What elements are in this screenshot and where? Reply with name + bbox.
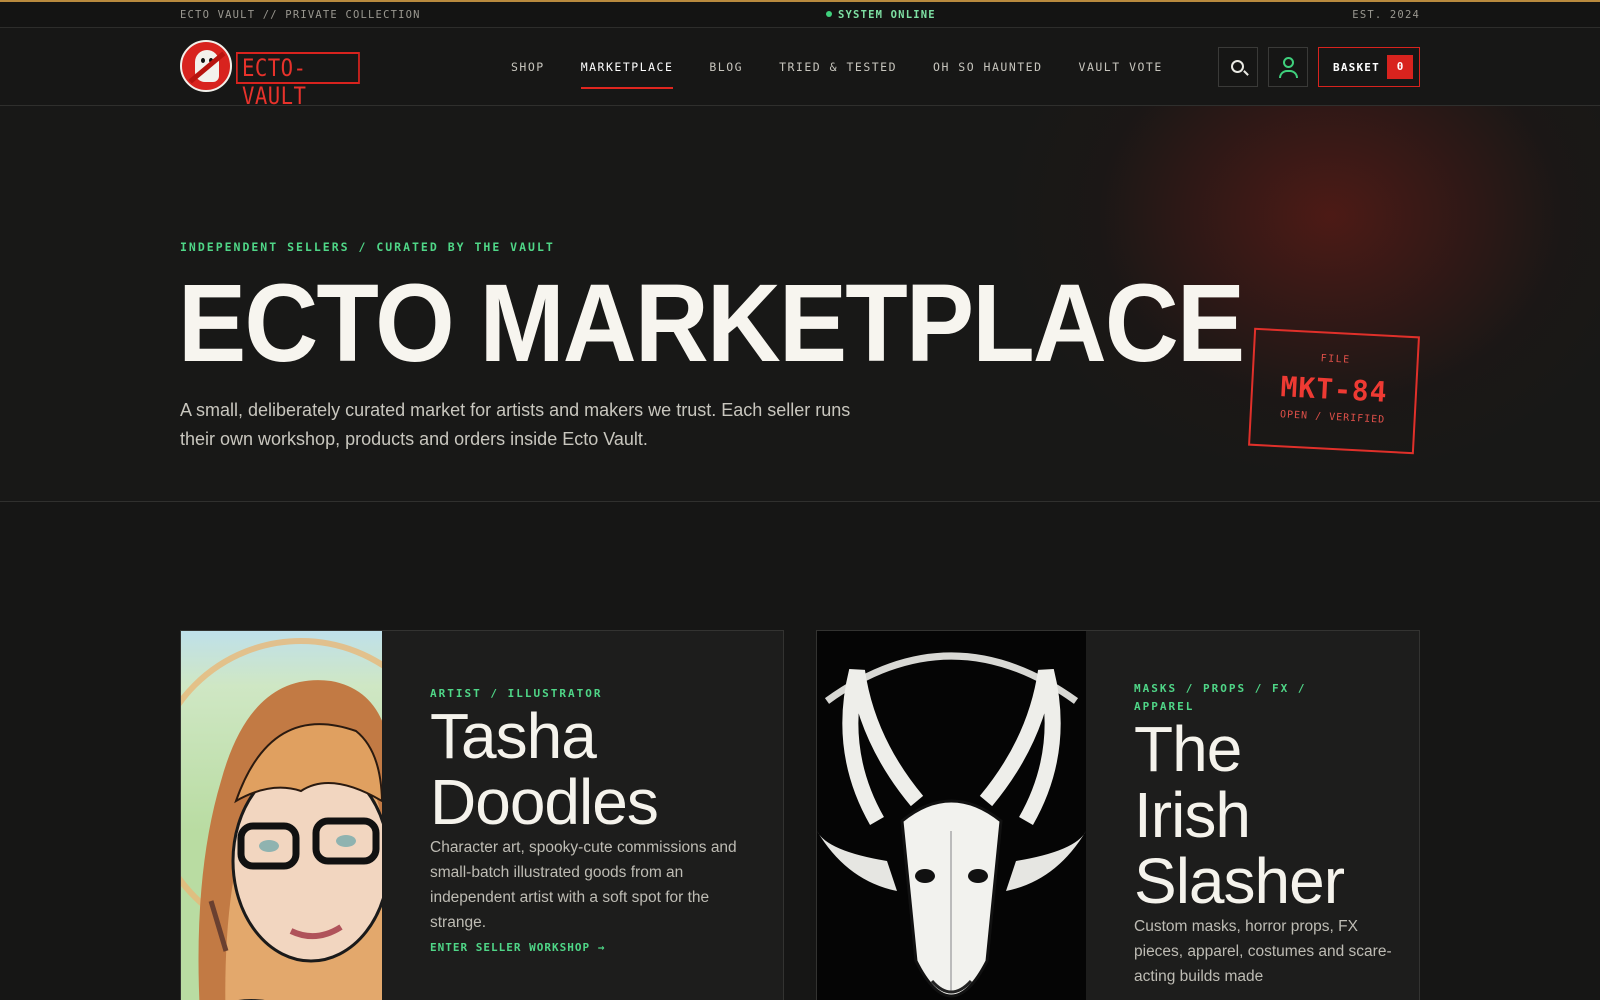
nav-blog[interactable]: BLOG — [709, 28, 743, 106]
seller-card-tasha-doodles[interactable]: ARTIST / ILLUSTRATOR Tasha Doodles Chara… — [180, 630, 784, 1000]
status-dot-icon — [826, 11, 832, 17]
logo-wordmark: ECTO-VAULT — [236, 52, 360, 110]
nav-marketplace[interactable]: MARKETPLACE — [580, 28, 674, 106]
seller-description: Custom masks, horror props, FX pieces, a… — [1134, 918, 1392, 985]
nav-vault-vote[interactable]: VAULT VOTE — [1079, 28, 1163, 106]
file-stamp: FILE MKT-84 OPEN / VERIFIED — [1248, 327, 1420, 455]
account-button[interactable] — [1268, 47, 1308, 87]
basket-count-badge: 0 — [1387, 55, 1413, 79]
ecto-vault-logo[interactable]: ECTO-VAULT — [180, 40, 380, 110]
top-status-strip: ECTO VAULT // PRIVATE COLLECTION SYSTEM … — [0, 0, 1600, 28]
seller-category: MASKS / PROPS / FX / APPAREL — [1134, 680, 1404, 716]
seller-goat-illustration — [817, 631, 1086, 1000]
nav-tried-and-tested[interactable]: TRIED & TESTED — [779, 28, 897, 106]
collection-label: ECTO VAULT // PRIVATE COLLECTION — [180, 9, 421, 21]
seller-name-line: Irish — [1134, 779, 1251, 851]
basket-label: BASKET — [1333, 61, 1380, 74]
seller-card-the-irish-slasher[interactable]: MASKS / PROPS / FX / APPAREL The Irish S… — [816, 630, 1420, 1000]
search-button[interactable] — [1218, 47, 1258, 87]
main-nav: SHOP MARKETPLACE BLOG TRIED & TESTED OH … — [511, 28, 1163, 106]
nav-shop[interactable]: SHOP — [511, 28, 545, 106]
nav-oh-so-haunted[interactable]: OH SO HAUNTED — [933, 28, 1043, 106]
seller-description: Character art, spooky-cute commissions a… — [430, 839, 737, 931]
stamp-id: MKT-84 — [1279, 370, 1389, 409]
seller-name-line: Doodles — [430, 766, 659, 838]
site-header: ECTO-VAULT SHOP MARKETPLACE BLOG TRIED &… — [0, 28, 1600, 110]
stamp-status: OPEN / VERIFIED — [1279, 409, 1386, 426]
stamp-file-label: FILE — [1320, 353, 1351, 366]
hero-section: INDEPENDENT SELLERS / CURATED BY THE VAU… — [0, 106, 1600, 502]
seller-info: ARTIST / ILLUSTRATOR Tasha Doodles Chara… — [430, 631, 760, 954]
seller-name-line: The — [1134, 713, 1242, 785]
seller-category-line: MASKS / PROPS / FX / — [1134, 682, 1307, 695]
seller-info: MASKS / PROPS / FX / APPAREL The Irish S… — [1134, 631, 1404, 989]
system-status-text: SYSTEM ONLINE — [838, 9, 936, 21]
enter-seller-workshop-link[interactable]: ENTER SELLER WORKSHOP → — [430, 941, 760, 954]
seller-portrait-illustration — [181, 631, 382, 1000]
seller-name: Tasha Doodles — [430, 703, 760, 835]
hero-kicker: INDEPENDENT SELLERS / CURATED BY THE VAU… — [180, 240, 555, 254]
seller-name-line: Tasha — [430, 700, 597, 772]
established-label: EST. 2024 — [1352, 9, 1420, 21]
page-title: ECTO MARKETPLACE — [178, 262, 1245, 385]
basket-button[interactable]: BASKET 0 — [1318, 47, 1420, 87]
seller-name: The Irish Slasher — [1134, 716, 1404, 914]
system-status: SYSTEM ONLINE — [826, 9, 936, 21]
seller-name-line: Slasher — [1134, 845, 1345, 917]
ghost-logo-icon — [180, 40, 232, 92]
hero-description: A small, deliberately curated market for… — [180, 400, 851, 449]
